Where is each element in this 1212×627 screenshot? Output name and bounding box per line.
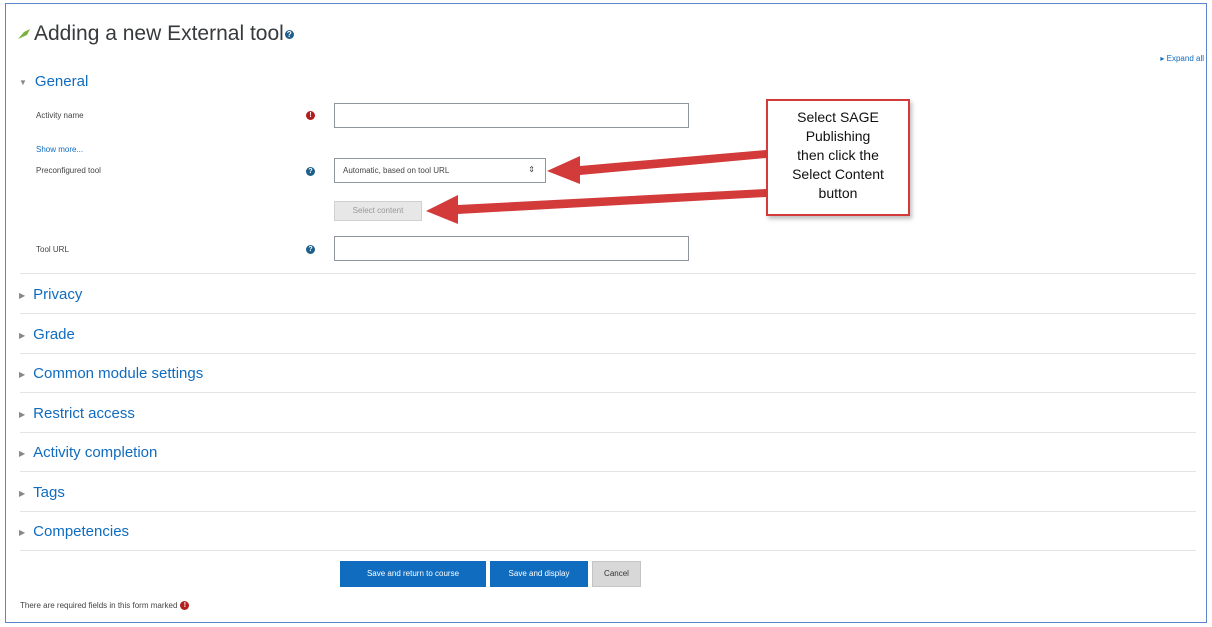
arrow-to-select bbox=[547, 150, 766, 184]
arrow-to-select-content-button bbox=[426, 189, 766, 224]
callout-line: Select SAGE bbox=[797, 109, 879, 125]
callout-line: button bbox=[818, 185, 858, 201]
instruction-callout: Select SAGE Publishing then click the Se… bbox=[766, 99, 910, 216]
annotation-arrows bbox=[426, 150, 766, 224]
callout-line: then click the bbox=[797, 147, 879, 163]
callout-line: Select Content bbox=[792, 166, 884, 182]
callout-line: Publishing bbox=[805, 128, 871, 144]
